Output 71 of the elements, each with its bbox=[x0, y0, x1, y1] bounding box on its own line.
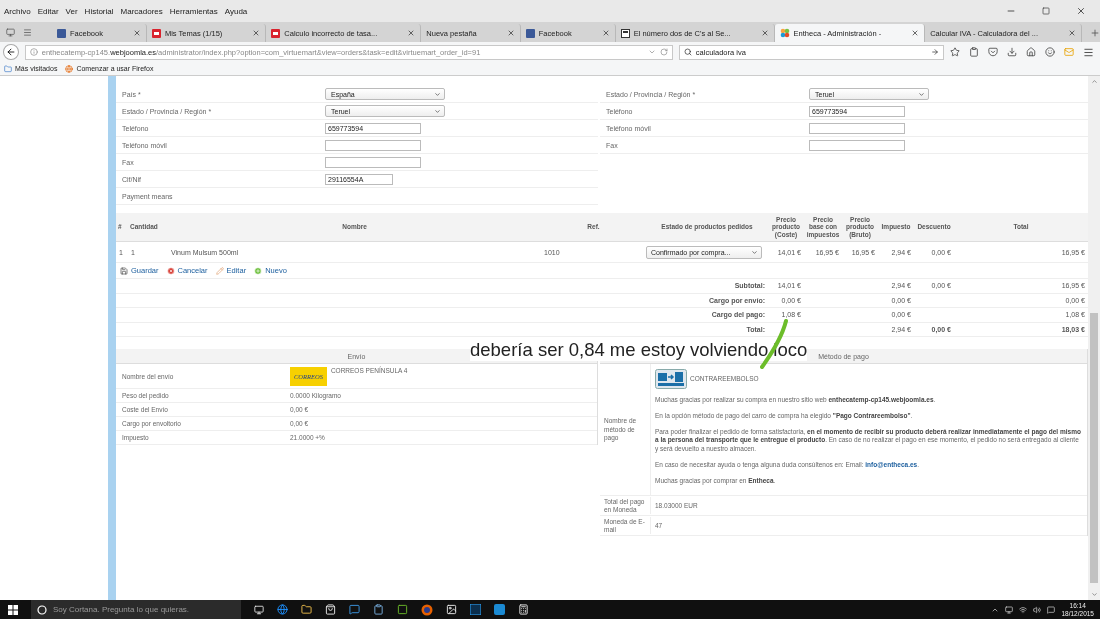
close-icon[interactable] bbox=[252, 29, 261, 37]
pencil-icon bbox=[215, 266, 224, 275]
volume-icon[interactable] bbox=[1033, 605, 1042, 614]
menu-item[interactable]: Herramientas bbox=[169, 6, 218, 16]
go-icon[interactable] bbox=[931, 48, 939, 56]
clipboard-icon[interactable] bbox=[969, 47, 979, 57]
folder-icon bbox=[4, 64, 12, 73]
back-arrow-icon bbox=[5, 47, 16, 57]
smiley-icon[interactable] bbox=[1045, 47, 1055, 57]
cancel-icon bbox=[166, 266, 175, 275]
close-icon[interactable] bbox=[506, 29, 515, 37]
close-icon[interactable] bbox=[132, 29, 141, 37]
input-field[interactable] bbox=[809, 139, 905, 151]
menu-item[interactable]: Ver bbox=[65, 6, 78, 16]
site-icon bbox=[525, 28, 535, 38]
folder-icon[interactable] bbox=[301, 604, 312, 615]
new-tab-icon[interactable] bbox=[1089, 28, 1100, 38]
app-icon[interactable] bbox=[397, 604, 408, 615]
windows-logo-icon[interactable] bbox=[8, 604, 18, 615]
search-field[interactable]: Soy Cortana. Pregunta lo que quieras. bbox=[31, 600, 241, 619]
save-icon bbox=[120, 266, 128, 275]
globe-icon bbox=[65, 64, 74, 73]
info-icon bbox=[29, 48, 38, 56]
menu-item[interactable]: Editar bbox=[37, 6, 59, 16]
back-button[interactable] bbox=[3, 44, 19, 60]
wifi-icon[interactable] bbox=[1019, 605, 1028, 614]
task-view-icon[interactable] bbox=[254, 604, 264, 615]
caret-icon bbox=[434, 107, 441, 115]
site-icon bbox=[271, 28, 281, 38]
store-icon[interactable] bbox=[325, 604, 336, 615]
site-icon bbox=[620, 28, 630, 38]
menu-item[interactable]: Ayuda bbox=[224, 6, 248, 16]
maximize-icon[interactable] bbox=[1042, 7, 1050, 15]
plus-icon bbox=[254, 266, 263, 275]
sidebar-icon[interactable] bbox=[23, 27, 32, 37]
input-field[interactable] bbox=[325, 139, 421, 151]
pocket-icon[interactable] bbox=[988, 47, 998, 57]
calculator-icon[interactable] bbox=[518, 604, 529, 615]
close-icon[interactable] bbox=[911, 29, 920, 37]
bookmark-icon[interactable] bbox=[950, 47, 960, 57]
site-icon bbox=[151, 28, 161, 38]
home-icon[interactable] bbox=[1026, 47, 1036, 57]
close-icon[interactable] bbox=[407, 29, 416, 37]
close-icon[interactable] bbox=[1067, 29, 1076, 37]
search-icon bbox=[683, 48, 692, 56]
logo-icon bbox=[779, 28, 790, 38]
caret-icon bbox=[751, 248, 758, 256]
download-icon[interactable] bbox=[1007, 47, 1017, 57]
browser-icon[interactable] bbox=[277, 604, 288, 615]
photos-icon[interactable] bbox=[446, 604, 457, 615]
close-icon[interactable] bbox=[1076, 6, 1086, 16]
menu-icon[interactable] bbox=[1083, 46, 1094, 58]
close-icon[interactable] bbox=[601, 29, 610, 37]
caret-icon bbox=[434, 90, 441, 98]
notifications-icon[interactable] bbox=[1047, 605, 1056, 614]
input-field[interactable] bbox=[325, 156, 421, 168]
input-field[interactable] bbox=[809, 122, 905, 134]
scrollbar-thumb[interactable] bbox=[1090, 313, 1098, 583]
menu-item[interactable]: Historial bbox=[84, 6, 114, 16]
close-icon[interactable] bbox=[760, 29, 769, 37]
app-icon[interactable] bbox=[494, 604, 505, 615]
chat-icon[interactable] bbox=[349, 604, 360, 615]
scroll-up-icon[interactable] bbox=[1090, 78, 1098, 85]
firefox-icon[interactable] bbox=[421, 603, 433, 616]
menu-item[interactable]: Archivo bbox=[4, 6, 31, 16]
site-icon bbox=[57, 28, 66, 38]
app-icon[interactable] bbox=[373, 604, 384, 615]
app-icon[interactable] bbox=[470, 604, 481, 615]
circle-icon bbox=[37, 604, 47, 615]
caret-icon bbox=[918, 90, 925, 98]
menu-item[interactable]: Marcadores bbox=[120, 6, 163, 16]
